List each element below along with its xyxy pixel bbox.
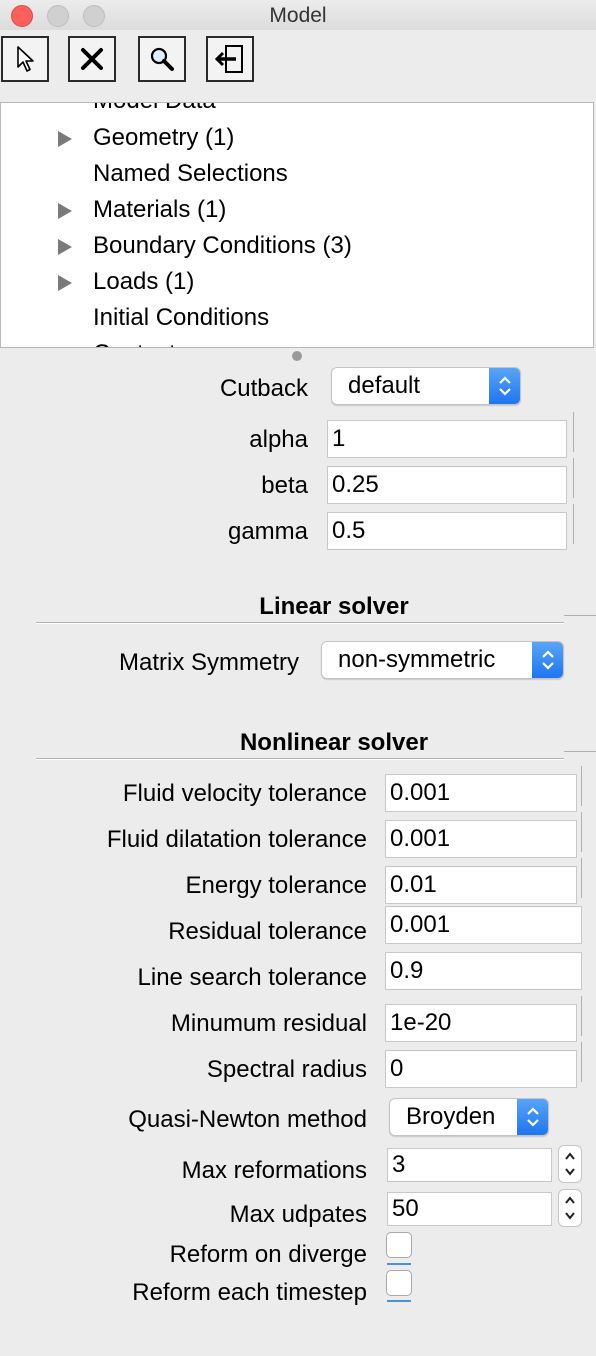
chevron-updown-icon: [517, 1099, 548, 1135]
alpha-label: alpha: [249, 426, 308, 453]
separator: [564, 615, 596, 616]
fluid-velocity-tolerance-label: Fluid velocity tolerance: [122, 780, 367, 807]
window-title: Model: [269, 4, 327, 27]
tree-item-model-data[interactable]: Model Data: [93, 103, 216, 115]
x-icon: [81, 48, 103, 70]
separator-highlight: [36, 623, 564, 624]
magnifier-icon: [150, 47, 174, 71]
separator-highlight: [36, 759, 564, 760]
search-button[interactable]: [138, 36, 186, 82]
quasi-newton-method-select[interactable]: Broyden: [389, 1098, 549, 1136]
tree-item-geometry[interactable]: Geometry (1): [93, 124, 234, 152]
residual-tolerance-field[interactable]: 0.001: [385, 906, 582, 944]
focus-ring: [387, 1263, 411, 1265]
energy-tolerance-field[interactable]: 0.01: [385, 866, 577, 904]
nonlinear-solver-title: Nonlinear solver: [239, 729, 429, 756]
beta-label: beta: [261, 472, 308, 499]
close-window-button[interactable]: [11, 5, 33, 27]
field-edge: [581, 996, 582, 1036]
minimum-residual-label: Minumum residual: [170, 1010, 367, 1037]
cutback-value: default: [348, 372, 421, 399]
field-edge: [573, 458, 574, 498]
linear-solver-title: Linear solver: [259, 593, 409, 620]
toolbar: [0, 30, 596, 86]
tree-item-contact[interactable]: Contact: [93, 340, 176, 347]
focus-ring: [387, 1300, 411, 1302]
chevron-updown-icon: [532, 642, 563, 678]
stepper-arrows-icon: [565, 1196, 575, 1220]
line-search-tolerance-field[interactable]: 0.9: [385, 952, 582, 990]
spectral-radius-field[interactable]: 0: [385, 1050, 577, 1088]
residual-tolerance-label: Residual tolerance: [168, 918, 367, 945]
beta-field[interactable]: 0.25: [327, 466, 567, 504]
chevron-updown-icon: [489, 368, 520, 404]
reform-on-diverge-label: Reform on diverge: [169, 1241, 367, 1268]
stepper-arrows-icon: [565, 1152, 575, 1176]
max-reformations-label: Max reformations: [181, 1157, 367, 1184]
tree-item-initial-conditions[interactable]: Initial Conditions: [93, 304, 269, 332]
gamma-label: gamma: [227, 518, 308, 545]
minimum-residual-field[interactable]: 1e-20: [385, 1004, 577, 1042]
tree-item-materials[interactable]: Materials (1): [93, 196, 226, 224]
alpha-field[interactable]: 1: [327, 420, 567, 458]
tree-item-boundary-conditions[interactable]: Boundary Conditions (3): [93, 232, 352, 260]
pointer-arrow-icon: [17, 46, 34, 72]
field-edge: [581, 766, 582, 806]
select-tool-button[interactable]: [1, 36, 49, 82]
delete-button[interactable]: [68, 36, 116, 82]
expand-triangle-icon[interactable]: [58, 275, 72, 291]
max-updates-label: Max udpates: [229, 1201, 367, 1228]
quasi-newton-method-value: Broyden: [406, 1103, 496, 1130]
separator: [564, 751, 596, 752]
reform-on-diverge-checkbox[interactable]: [386, 1232, 412, 1258]
line-search-tolerance-label: Line search tolerance: [137, 964, 367, 991]
exit-door-icon: [214, 45, 243, 73]
reform-each-timestep-checkbox[interactable]: [386, 1270, 412, 1296]
split-handle[interactable]: [292, 351, 302, 361]
cutback-label: Cutback: [219, 375, 308, 402]
max-reformations-stepper[interactable]: [558, 1145, 582, 1183]
matrix-symmetry-label: Matrix Symmetry: [119, 649, 299, 676]
cutback-select[interactable]: default: [331, 367, 521, 405]
fluid-dilatation-tolerance-label: Fluid dilatation tolerance: [106, 826, 367, 853]
expand-triangle-icon[interactable]: [58, 203, 72, 219]
expand-triangle-icon[interactable]: [58, 131, 72, 147]
field-edge: [581, 858, 582, 898]
spectral-radius-label: Spectral radius: [206, 1056, 367, 1083]
field-edge: [573, 504, 574, 544]
fluid-velocity-tolerance-field[interactable]: 0.001: [385, 774, 577, 812]
field-edge: [573, 412, 574, 452]
matrix-symmetry-value: non-symmetric: [338, 646, 496, 673]
tree-item-named-selections[interactable]: Named Selections: [93, 160, 288, 188]
tree-item-loads[interactable]: Loads (1): [93, 268, 194, 296]
field-edge: [581, 1042, 582, 1082]
title-bar: Model: [0, 0, 596, 30]
fluid-dilatation-tolerance-field[interactable]: 0.001: [385, 820, 577, 858]
field-edge: [581, 812, 582, 852]
gamma-field[interactable]: 0.5: [327, 512, 567, 550]
reform-each-timestep-label: Reform each timestep: [132, 1279, 367, 1306]
max-updates-field[interactable]: 50: [387, 1192, 552, 1226]
matrix-symmetry-select[interactable]: non-symmetric: [321, 641, 564, 679]
max-reformations-field[interactable]: 3: [387, 1148, 552, 1182]
expand-triangle-icon[interactable]: [58, 239, 72, 255]
energy-tolerance-label: Energy tolerance: [185, 872, 367, 899]
minimize-window-button[interactable]: [47, 5, 69, 27]
quasi-newton-method-label: Quasi-Newton method: [128, 1106, 367, 1133]
max-updates-stepper[interactable]: [558, 1189, 582, 1227]
zoom-window-button[interactable]: [83, 5, 105, 27]
exit-button[interactable]: [206, 36, 254, 82]
model-tree[interactable]: Model Data Geometry (1) Named Selections…: [0, 102, 594, 348]
